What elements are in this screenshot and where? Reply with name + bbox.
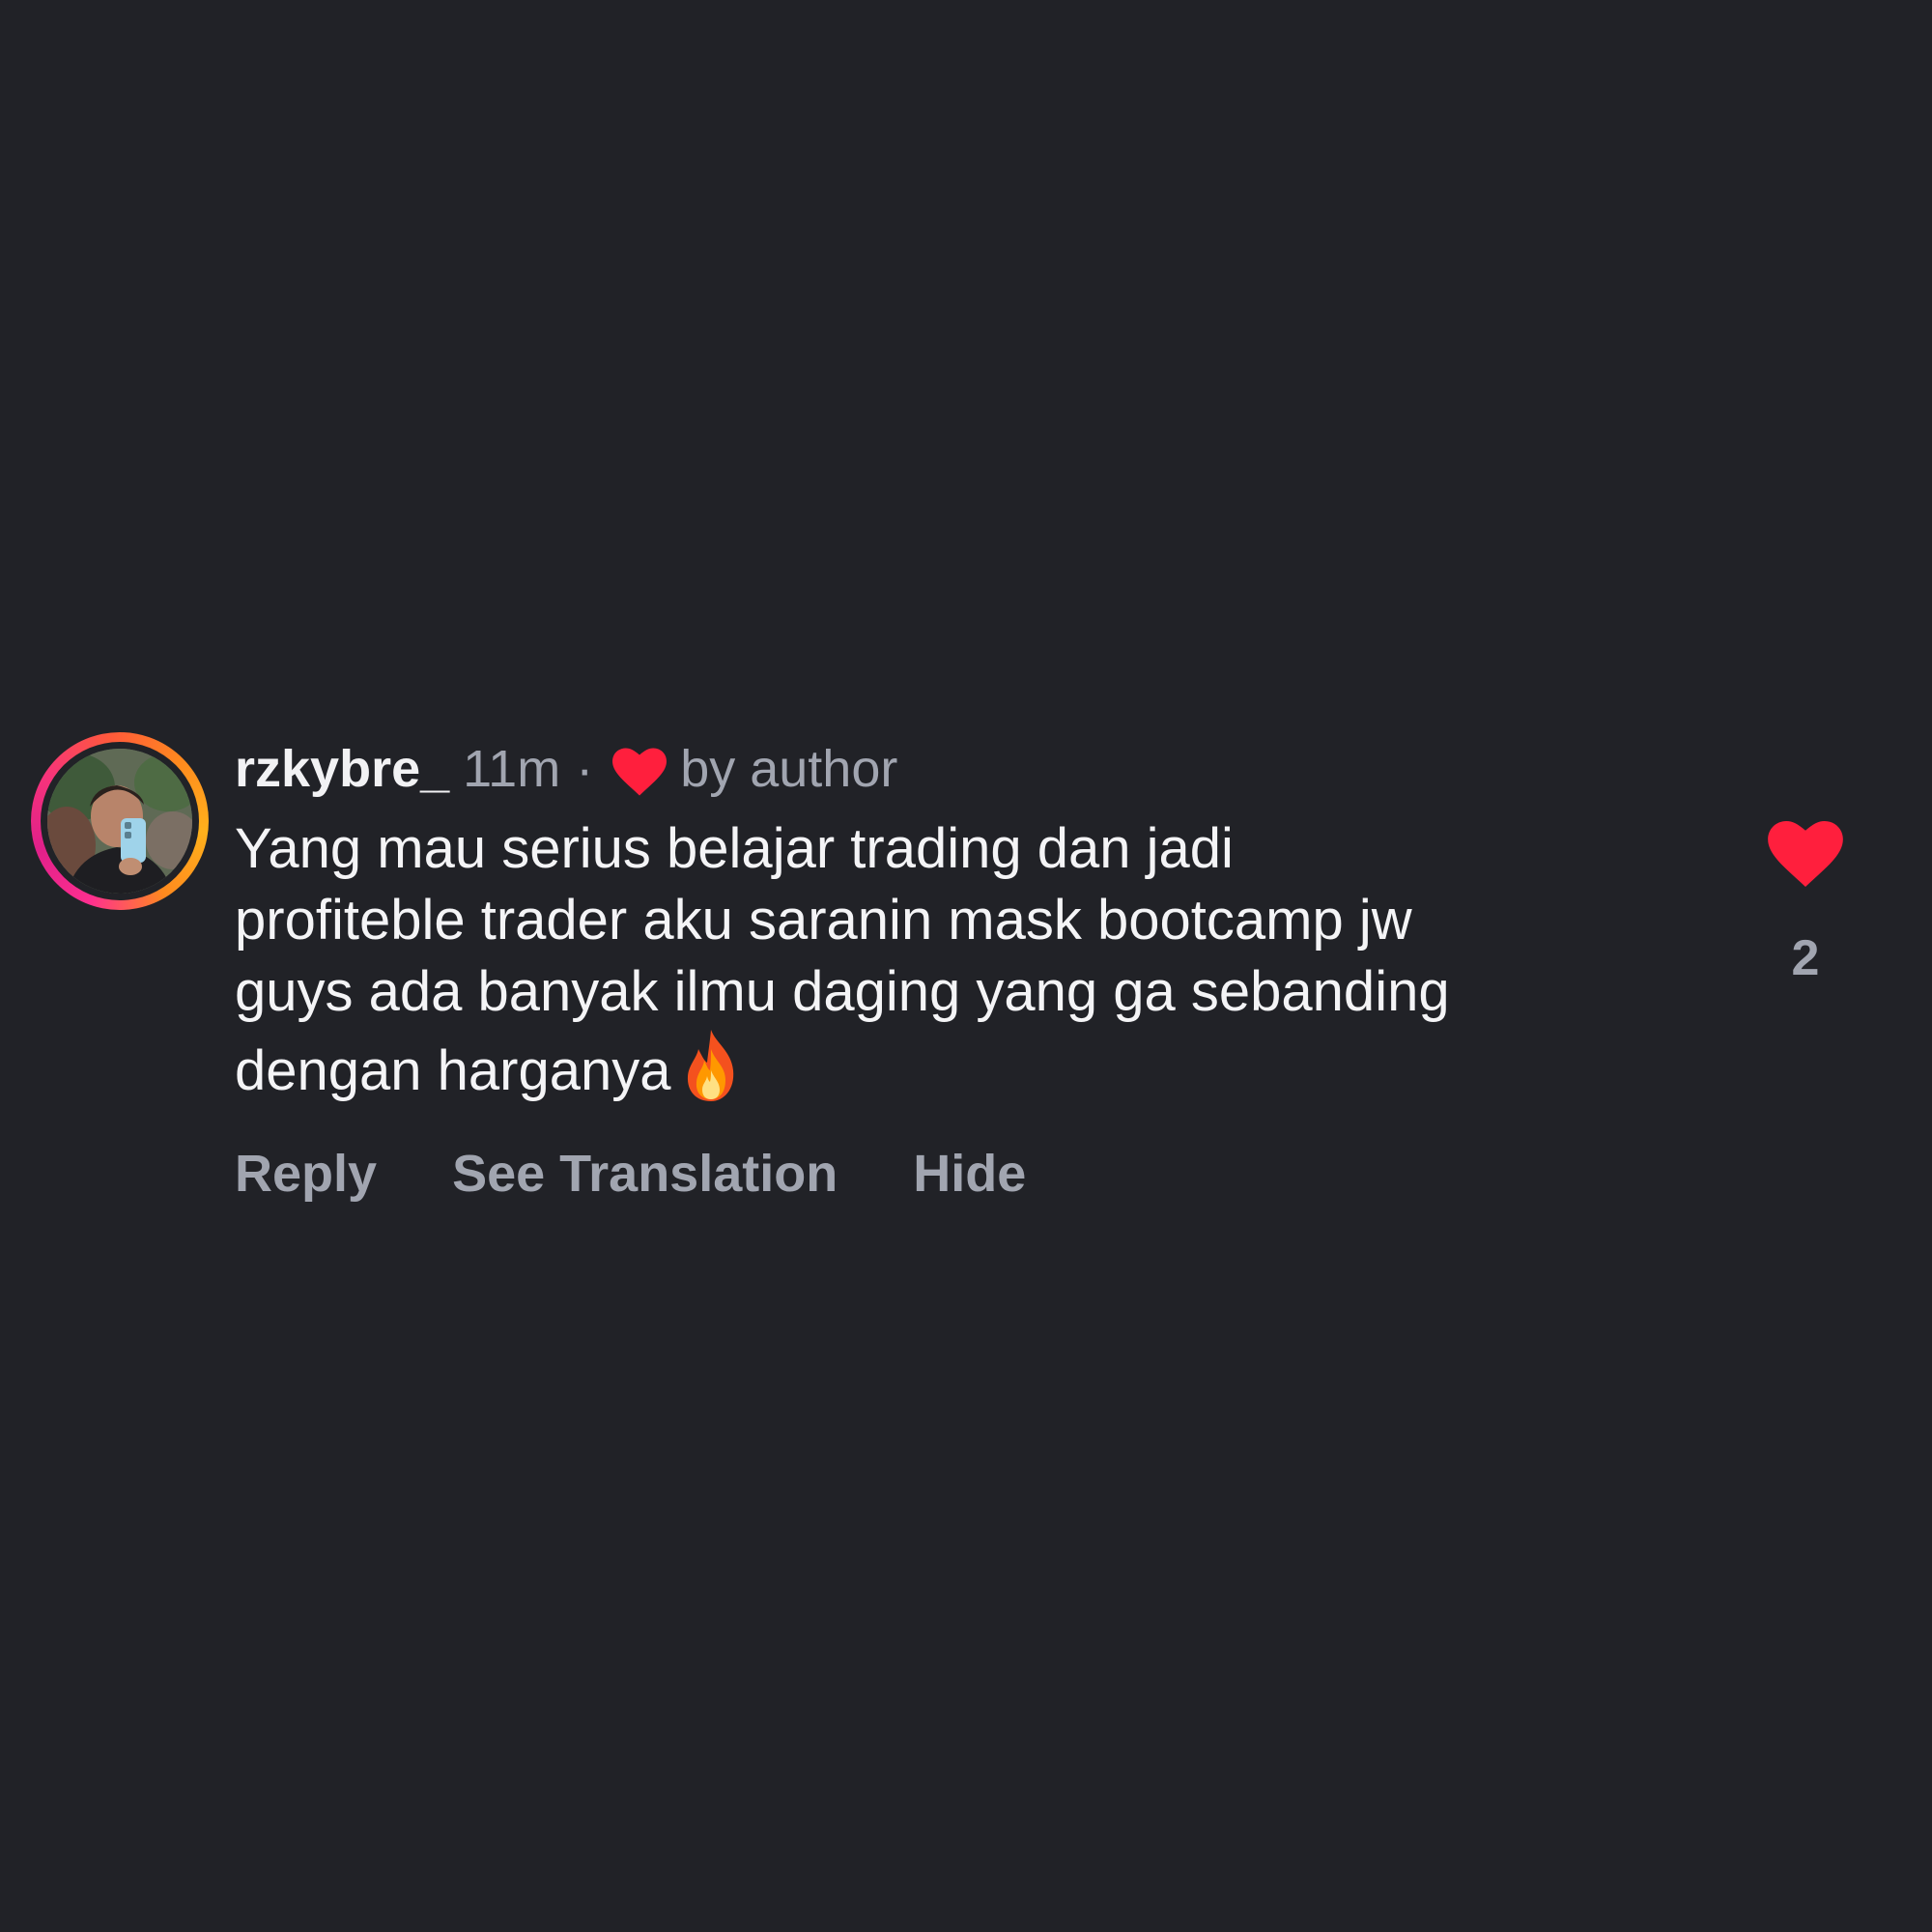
comment-text-line: Yang mau serius belajar trading dan jadi [235, 817, 1234, 880]
timestamp: 11m [463, 740, 561, 798]
liked-by-author-label: by author [680, 740, 898, 798]
comment-meta: rzkybre_ 11m · by author [235, 724, 1664, 813]
like-count[interactable]: 2 [1764, 929, 1847, 987]
avatar-story-ring[interactable] [31, 732, 209, 910]
like-column: 2 [1764, 821, 1847, 987]
see-translation-button[interactable]: See Translation [452, 1144, 838, 1204]
fire-emoji-icon [687, 1030, 733, 1101]
comment-actions: Reply See Translation Hide [235, 1144, 1664, 1204]
meta-separator: · [576, 740, 594, 798]
reply-button[interactable]: Reply [235, 1144, 377, 1204]
username[interactable]: rzkybre_ [235, 739, 449, 799]
heart-icon [612, 748, 668, 796]
comment-text-line: guys ada banyak ilmu daging yang ga seba… [235, 960, 1450, 1023]
avatar[interactable] [47, 749, 192, 894]
comment-text-line: dengan harganya [235, 1039, 671, 1102]
comment: rzkybre_ 11m · by author Yang mau serius… [0, 724, 1932, 1227]
comment-text-line-last: dengan harganya [235, 1028, 1684, 1107]
page: rzkybre_ 11m · by author Yang mau serius… [0, 0, 1932, 1932]
comment-text-line: profiteble trader aku saranin mask bootc… [235, 889, 1412, 952]
hide-button[interactable]: Hide [913, 1144, 1026, 1204]
comment-content: rzkybre_ 11m · by author Yang mau serius… [235, 724, 1664, 1204]
avatar-photo [47, 749, 192, 894]
comment-text: Yang mau serius belajar trading dan jadi… [235, 813, 1684, 1107]
like-heart-icon[interactable] [1768, 821, 1843, 887]
